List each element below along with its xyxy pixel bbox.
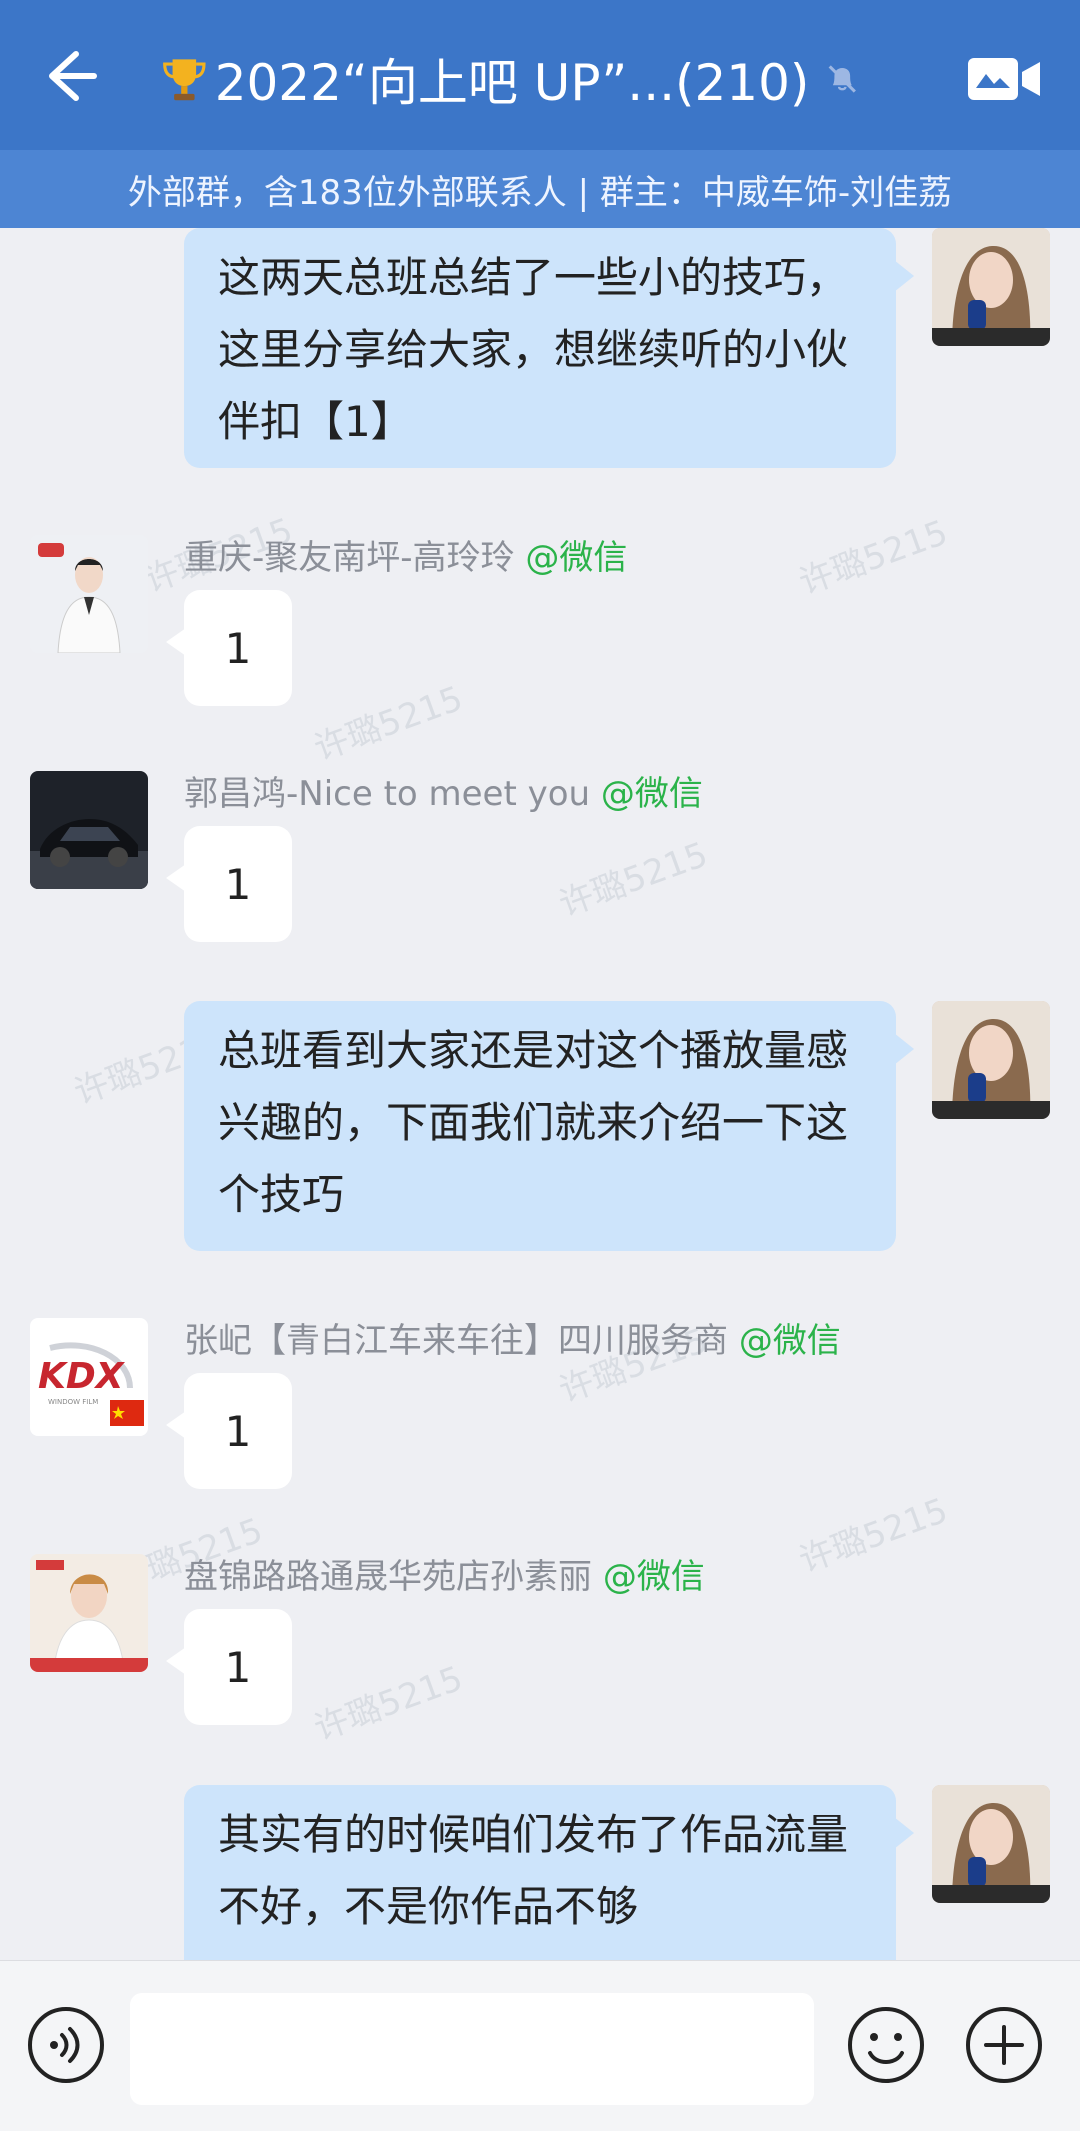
sender-avatar[interactable] (30, 1554, 148, 1672)
self-avatar-image (932, 1785, 1050, 1903)
sender-name: 郭昌鸿-Nice to meet you @微信 (184, 766, 703, 815)
sender-avatar-image (30, 771, 148, 889)
voice-input-icon[interactable] (26, 2005, 106, 2085)
sender-avatar[interactable] (30, 535, 148, 653)
watermark: 许璐5215 (309, 1658, 468, 1750)
other-message-bubble[interactable]: 1 (166, 826, 292, 942)
self-avatar[interactable] (932, 228, 1050, 346)
sender-name-text: 重庆-聚友南坪-高玲玲 (184, 538, 515, 578)
kdx-logo-subtext: WINDOW FILM (48, 1398, 98, 1406)
sender-name-text: 郭昌鸿-Nice to meet you (184, 774, 591, 814)
watermark: 许璐5215 (794, 1490, 953, 1582)
self-message-bubble[interactable]: 其实有的时候咱们发布了作品流量不好，不是你作品不够 (184, 1785, 914, 1960)
group-title-text: 2022“向上吧 UP”...(210) (214, 54, 810, 112)
other-message-bubble[interactable]: 1 (166, 1373, 292, 1489)
sender-name: 重庆-聚友南坪-高玲玲 @微信 (184, 530, 627, 579)
video-call-icon[interactable] (966, 54, 1042, 104)
sender-name-text: 盘锦路路通晟华苑店孙素丽 (184, 1557, 592, 1597)
self-avatar-image (932, 228, 1050, 346)
message-input[interactable] (130, 1993, 814, 2105)
kdx-logo-text: KDX (38, 1356, 126, 1397)
plus-icon[interactable] (964, 2005, 1044, 2085)
wechat-tag: @微信 (525, 538, 628, 578)
self-avatar[interactable] (932, 1785, 1050, 1903)
self-avatar[interactable] (932, 1001, 1050, 1119)
mute-bell-icon (829, 65, 857, 93)
sender-name: 盘锦路路通晟华苑店孙素丽 @微信 (184, 1549, 705, 1598)
other-message-bubble[interactable]: 1 (166, 590, 292, 706)
sender-avatar[interactable] (30, 771, 148, 889)
watermark: 许璐5215 (554, 834, 713, 926)
group-info-bar[interactable]: 外部群，含183位外部联系人 | 群主：中威车饰-刘佳荔 (0, 150, 1080, 228)
wechat-tag: @微信 (600, 774, 703, 814)
chat-area[interactable]: 许璐5215 许璐5215 许璐5215 许璐5215 许璐5215 许璐521… (0, 228, 1080, 1960)
watermark: 许璐5215 (309, 678, 468, 770)
sender-avatar-image (30, 1554, 148, 1672)
wechat-tag: @微信 (738, 1321, 841, 1361)
trophy-icon (163, 59, 206, 101)
back-arrow-icon[interactable] (36, 44, 100, 108)
wechat-tag: @微信 (602, 1557, 705, 1597)
input-bar (0, 1960, 1080, 2131)
self-message-bubble[interactable]: 总班看到大家还是对这个播放量感兴趣的，下面我们就来介绍一下这个技巧 (184, 1001, 914, 1251)
group-title[interactable]: 2022“向上吧 UP”...(210) (160, 44, 860, 114)
self-avatar-image (932, 1001, 1050, 1119)
sender-avatar-image (30, 535, 148, 653)
chat-header: 2022“向上吧 UP”...(210) (0, 0, 1080, 150)
sender-name-text: 张屺【青白江车来车往】四川服务商 (184, 1321, 728, 1361)
sender-name: 张屺【青白江车来车往】四川服务商 @微信 (184, 1313, 841, 1362)
sender-avatar[interactable]: KDX WINDOW FILM (30, 1318, 148, 1436)
watermark: 许璐5215 (794, 512, 953, 604)
emoji-icon[interactable] (846, 2005, 926, 2085)
other-message-bubble[interactable]: 1 (166, 1609, 292, 1725)
kdx-logo-avatar: KDX WINDOW FILM (30, 1318, 148, 1436)
self-message-bubble[interactable]: 这两天总班总结了一些小的技巧，这里分享给大家，想继续听的小伙伴扣【1】 (184, 228, 914, 468)
